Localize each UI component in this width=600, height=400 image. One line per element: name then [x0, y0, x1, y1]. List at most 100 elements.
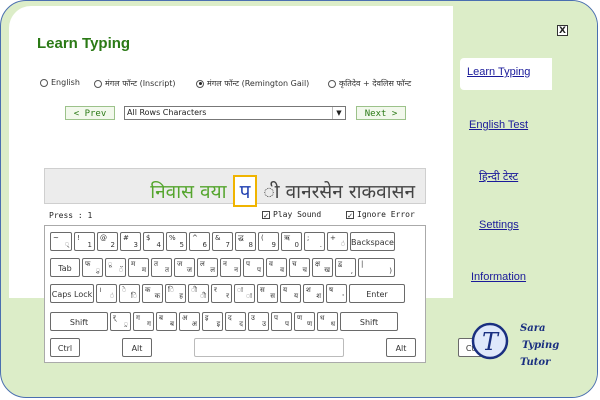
keyboard-key[interactable]: रर: [211, 284, 232, 303]
key-base-char: ब: [170, 320, 174, 328]
keyboard-key[interactable]: +ं: [327, 232, 348, 251]
keyboard-key[interactable]: (9: [258, 232, 279, 251]
key-base-char: अ: [191, 320, 197, 328]
keyboard-key[interactable]: अअ: [179, 312, 200, 331]
alt-key[interactable]: Alt: [122, 338, 152, 357]
key-base-char: 4: [156, 241, 161, 249]
chevron-down-icon[interactable]: ▼: [332, 107, 345, 119]
keyboard-key[interactable]: जज: [174, 258, 195, 277]
keyboard-key[interactable]: #3: [120, 232, 141, 251]
ctrl-key[interactable]: Ctrl: [50, 338, 80, 357]
keyboard-key[interactable]: र््र: [110, 312, 131, 331]
remaining-text: ी वानरसेन राकवासन: [263, 181, 415, 203]
radio-dot-selected[interactable]: [196, 79, 204, 88]
keyboard-key[interactable]: द्ध 8: [235, 232, 256, 251]
keyboard-key[interactable]: गग: [133, 312, 154, 331]
keyboard-key[interactable]: ~्: [50, 232, 72, 251]
keyboard-key[interactable]: लल: [197, 258, 218, 277]
key-shift-char: े: [122, 286, 127, 294]
keyboard-key[interactable]: शश: [303, 284, 324, 303]
keyboard-key[interactable]: ूॅ: [105, 258, 126, 277]
key-base-char: 0: [294, 241, 299, 249]
typed-text: निवास वया: [150, 181, 227, 203]
key-shift-char: त: [154, 260, 158, 268]
ignore-error-checkbox[interactable]: ✓ Ignore Error: [346, 210, 415, 219]
keyboard-key[interactable]: दद: [225, 312, 246, 331]
keyboard-key[interactable]: मम: [128, 258, 149, 277]
sidebar-item-information[interactable]: Information: [471, 271, 526, 283]
keyboard-key[interactable]: ेि: [119, 284, 140, 303]
keyboard-key[interactable]: फु: [82, 258, 103, 277]
keyboard-key[interactable]: नन: [220, 258, 241, 277]
keyboard-key[interactable]: ऋ0: [281, 232, 302, 251]
key-base-char: 6: [202, 241, 207, 249]
close-button[interactable]: X: [557, 25, 568, 36]
backspace-key[interactable]: Backspace: [350, 232, 395, 251]
sidebar-item-hindi-test[interactable]: हिन्दी टेस्ट: [479, 169, 518, 184]
radio-label: मंगल फॉन्ट (Inscript): [105, 79, 176, 88]
key-base-char: .: [319, 241, 322, 249]
key-shift-char: ष: [329, 286, 334, 294]
keyboard-key[interactable]: ! 1: [74, 232, 95, 251]
checkbox-box[interactable]: ✓: [262, 210, 270, 219]
shift-key[interactable]: Shift: [340, 312, 398, 331]
keyboard-key[interactable]: धध: [317, 312, 338, 331]
keyboard-key[interactable]: ।ं: [96, 284, 117, 303]
keyboard-key[interactable]: द्व,: [335, 258, 356, 277]
keyboard-key[interactable]: कक: [142, 284, 163, 303]
sidebar-item-english-test[interactable]: English Test: [469, 119, 528, 131]
mode-krutidev-radio[interactable]: कृतिदेव + देवलिस फॉन्ट: [328, 78, 411, 89]
space-key[interactable]: [194, 338, 344, 357]
keyboard-key[interactable]: यय: [280, 284, 301, 303]
keyboard-key[interactable]: उउ: [248, 312, 269, 331]
keyboard-key[interactable]: ीी: [188, 284, 209, 303]
keyboard-key[interactable]: पप: [243, 258, 264, 277]
checkbox-box[interactable]: ✓: [346, 210, 354, 219]
keyboard-key[interactable]: वव: [266, 258, 287, 277]
keyboard-key[interactable]: & 7: [212, 232, 233, 251]
keyboard-key[interactable]: बब: [156, 312, 177, 331]
keyboard-key[interactable]: @2: [97, 232, 118, 251]
mode-remington-radio[interactable]: मंगल फॉन्ट (Remington Gail): [196, 78, 309, 89]
mode-inscript-radio[interactable]: मंगल फॉन्ट (Inscript): [94, 78, 176, 89]
keyboard-key[interactable]: पप: [271, 312, 292, 331]
key-shift-char: (: [261, 234, 264, 242]
radio-dot[interactable]: [328, 79, 336, 88]
key-base-char: 7: [225, 241, 230, 249]
play-sound-checkbox[interactable]: ✓ Play Sound: [262, 210, 321, 219]
next-button[interactable]: Next >: [356, 106, 406, 120]
enter-key[interactable]: Enter: [349, 284, 405, 303]
key-base-char: ख: [324, 266, 330, 274]
keyboard-key[interactable]: सस: [257, 284, 278, 303]
radio-dot[interactable]: [94, 79, 102, 88]
shift-key[interactable]: Shift: [50, 312, 108, 331]
key-base-char: य: [293, 292, 298, 300]
keyboard-key[interactable]: इइ: [202, 312, 223, 331]
tab-key[interactable]: Tab: [50, 258, 80, 277]
keyboard-key[interactable]: णण: [294, 312, 315, 331]
lesson-select[interactable]: All Rows Characters ▼: [124, 106, 346, 120]
keyboard-key[interactable]: चच: [289, 258, 310, 277]
radio-dot[interactable]: [40, 78, 48, 87]
keyboard-key[interactable]: ष ': [326, 284, 347, 303]
keyboard-key[interactable]: ाा: [234, 284, 255, 303]
keyboard-key[interactable]: |): [358, 258, 395, 277]
caps-lock-key[interactable]: Caps Lock: [50, 284, 94, 303]
keyboard-key[interactable]: ^ 6: [189, 232, 210, 251]
keyboard-key[interactable]: तत: [151, 258, 172, 277]
keyboard-key[interactable]: $4: [143, 232, 164, 251]
sidebar-item-learn-typing[interactable]: Learn Typing: [467, 66, 530, 78]
key-label: Shift: [359, 318, 379, 327]
keyboard-key[interactable]: ;.: [304, 232, 325, 251]
prev-button[interactable]: < Prev: [65, 106, 115, 120]
keyboard-key[interactable]: क्ष ख: [312, 258, 333, 277]
key-shift-char: व: [269, 260, 273, 268]
keyboard-key[interactable]: ि ह: [165, 284, 186, 303]
press-counter: Press : 1: [49, 211, 93, 220]
alt-key[interactable]: Alt: [386, 338, 416, 357]
mode-english-radio[interactable]: English: [40, 78, 80, 87]
key-label: Backspace: [351, 238, 394, 247]
sidebar-item-settings[interactable]: Settings: [479, 219, 519, 231]
keyboard-key[interactable]: % 5: [166, 232, 187, 251]
on-screen-keyboard: ~्! 1 @2 #3 $4% 5 ^ 6 & 7 द्ध 8(9 ऋ 0;. +ं Backspace Ta…: [44, 225, 488, 363]
